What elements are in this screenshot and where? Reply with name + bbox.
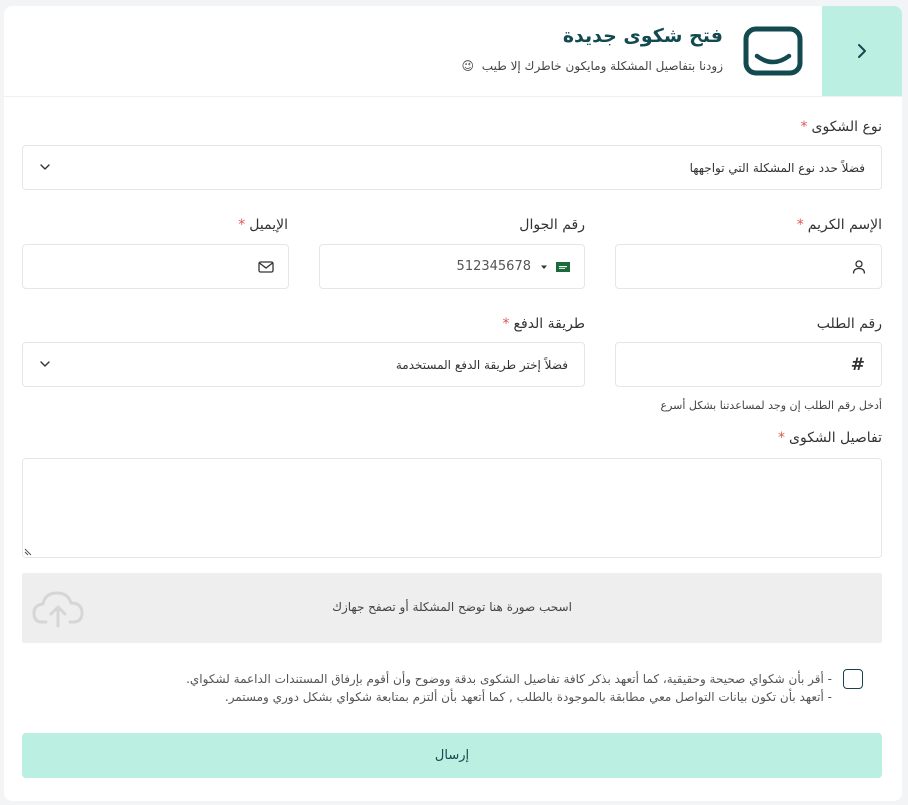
name-input[interactable] [615,244,882,289]
email-label: الإيميل* [238,217,288,233]
complaint-type-label: نوع الشكوى* [800,119,883,135]
brand-logo-icon [743,26,803,76]
form-header: فتح شكوى جديدة زودنا بتفاصيل المشكلة وما… [4,6,902,97]
name-label: الإسم الكريم* [796,217,882,233]
payment-method-label: طريقة الدفع* [502,316,585,332]
required-mark: * [800,119,808,135]
terms-text: - أقر بأن شكواي صحيحة وحقيقية، كما أتعهد… [72,670,832,706]
order-number-label: رقم الطلب [816,316,882,332]
required-mark: * [238,217,246,233]
mail-icon [258,260,274,273]
hash-icon: # [850,354,865,375]
complaint-type-select[interactable]: فضلاً حدد نوع المشكلة التي تواجهها [22,145,882,190]
chevron-down-icon [40,164,50,170]
terms-line-1: - أقر بأن شكواي صحيحة وحقيقية، كما أتعهد… [186,672,832,686]
page-title: فتح شكوى جديدة [562,25,723,47]
back-button[interactable] [822,6,902,96]
saudi-flag-icon [556,261,570,272]
subtitle-text: زودنا بتفاصيل المشكلة ومايكون خاطرك إلا … [481,59,723,73]
mobile-label: رقم الجوال [519,217,585,233]
image-upload-dropzone[interactable]: اسحب صورة هنا توضح المشكلة أو تصفح جهازك [22,573,882,643]
upload-instructions: اسحب صورة هنا توضح المشكلة أو تصفح جهازك [332,600,572,614]
chevron-right-icon [858,44,866,58]
details-textarea[interactable] [22,458,882,558]
mobile-input[interactable]: 512345678 [319,244,585,289]
order-number-hint: أدخل رقم الطلب إن وجد لمساعدتنا بشكل أسر… [660,399,882,412]
details-label: تفاصيل الشكوى* [778,430,882,446]
complaint-type-placeholder: فضلاً حدد نوع المشكلة التي تواجهها [689,160,865,175]
page-subtitle: زودنا بتفاصيل المشكلة ومايكون خاطرك إلا … [461,59,723,73]
required-mark: * [778,430,786,446]
email-input[interactable] [22,244,289,289]
chevron-down-icon [40,361,50,367]
submit-button[interactable]: إرسال [22,733,882,778]
wink-emoji-icon: 😉 [461,59,474,73]
caret-down-icon[interactable] [540,263,548,271]
mobile-value: 512345678 [456,259,531,274]
resize-handle-icon[interactable] [24,546,34,556]
payment-method-select[interactable]: فضلاً إختر طريقة الدفع المستخدمة [22,342,585,387]
complaint-form-card: فتح شكوى جديدة زودنا بتفاصيل المشكلة وما… [4,6,902,801]
terms-checkbox[interactable] [843,669,863,689]
order-number-input[interactable]: # [615,342,882,387]
user-icon [852,259,866,274]
terms-line-2: - أتعهد بأن تكون بيانات التواصل معي مطاب… [224,690,832,704]
required-mark: * [502,316,510,332]
required-mark: * [796,217,804,233]
payment-method-placeholder: فضلاً إختر طريقة الدفع المستخدمة [395,357,568,372]
